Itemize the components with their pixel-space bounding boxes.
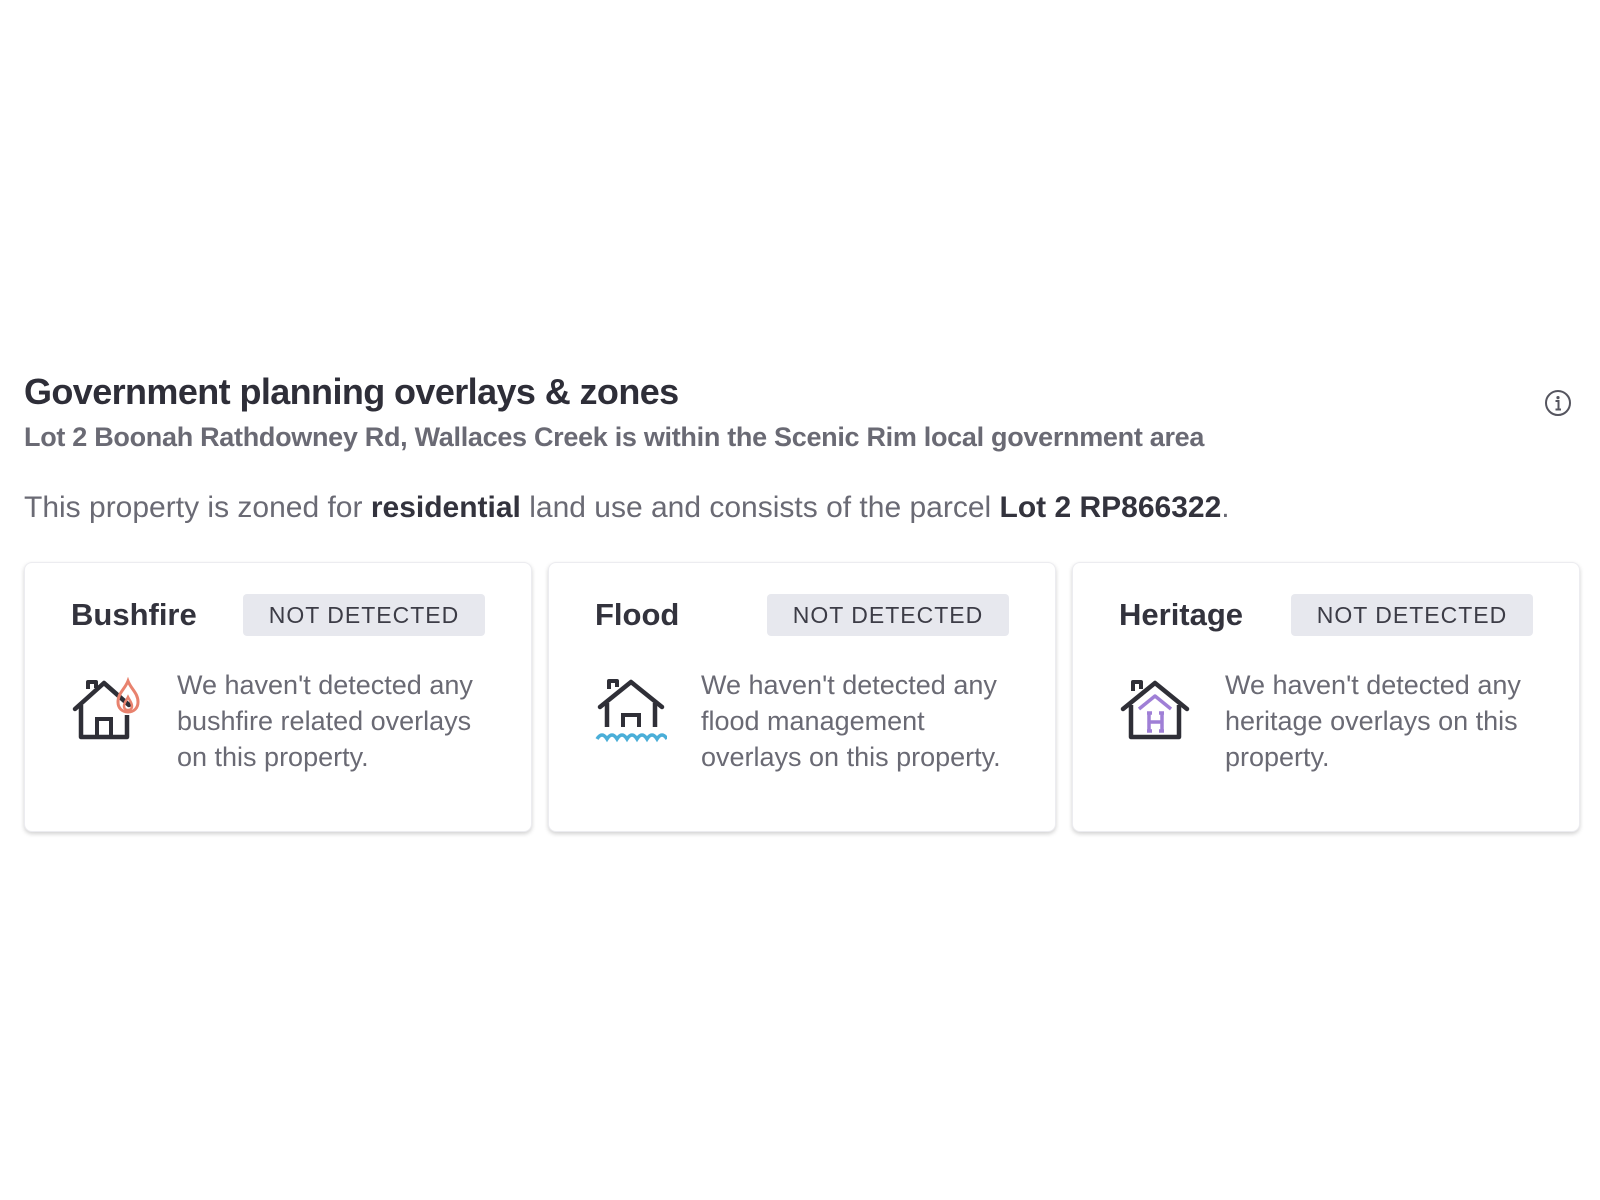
card-title: Heritage xyxy=(1119,597,1244,632)
status-badge: NOT DETECTED xyxy=(1291,594,1533,636)
section-title: Government planning overlays & zones xyxy=(24,371,679,412)
info-icon[interactable] xyxy=(1544,389,1572,417)
overlay-cards: Bushfire NOT DETECTED We haven't detecte… xyxy=(24,562,1590,832)
zoning-middle: land use and consists of the parcel xyxy=(520,491,1000,524)
bushfire-card: Bushfire NOT DETECTED We haven't detecte… xyxy=(24,562,532,832)
house-heritage-icon xyxy=(1120,680,1190,740)
house-flood-icon xyxy=(595,679,667,743)
card-description: We haven't detected any flood management… xyxy=(701,670,1001,772)
planning-overlays-section: Government planning overlays & zones Lot… xyxy=(24,370,1590,832)
lga-subtitle: Lot 2 Boonah Rathdowney Rd, Wallaces Cre… xyxy=(24,422,1205,452)
card-description: We haven't detected any bushfire related… xyxy=(177,670,473,772)
card-title: Flood xyxy=(595,597,680,632)
card-description: We haven't detected any heritage overlay… xyxy=(1225,670,1521,772)
zoning-suffix: . xyxy=(1221,491,1230,524)
zone-type: residential xyxy=(370,491,521,524)
card-title: Bushfire xyxy=(71,597,197,632)
zoning-statement: This property is zoned for residential l… xyxy=(24,488,1590,528)
zoning-prefix: This property is zoned for xyxy=(24,491,371,524)
status-badge: NOT DETECTED xyxy=(767,594,1009,636)
flood-card: Flood NOT DETECTED We haven't detected a… xyxy=(548,562,1056,832)
status-badge: NOT DETECTED xyxy=(243,594,485,636)
house-fire-icon xyxy=(72,677,140,740)
heritage-card: Heritage NOT DETECTED We haven't detecte… xyxy=(1072,562,1580,832)
parcel-id: Lot 2 RP866322 xyxy=(999,491,1222,524)
